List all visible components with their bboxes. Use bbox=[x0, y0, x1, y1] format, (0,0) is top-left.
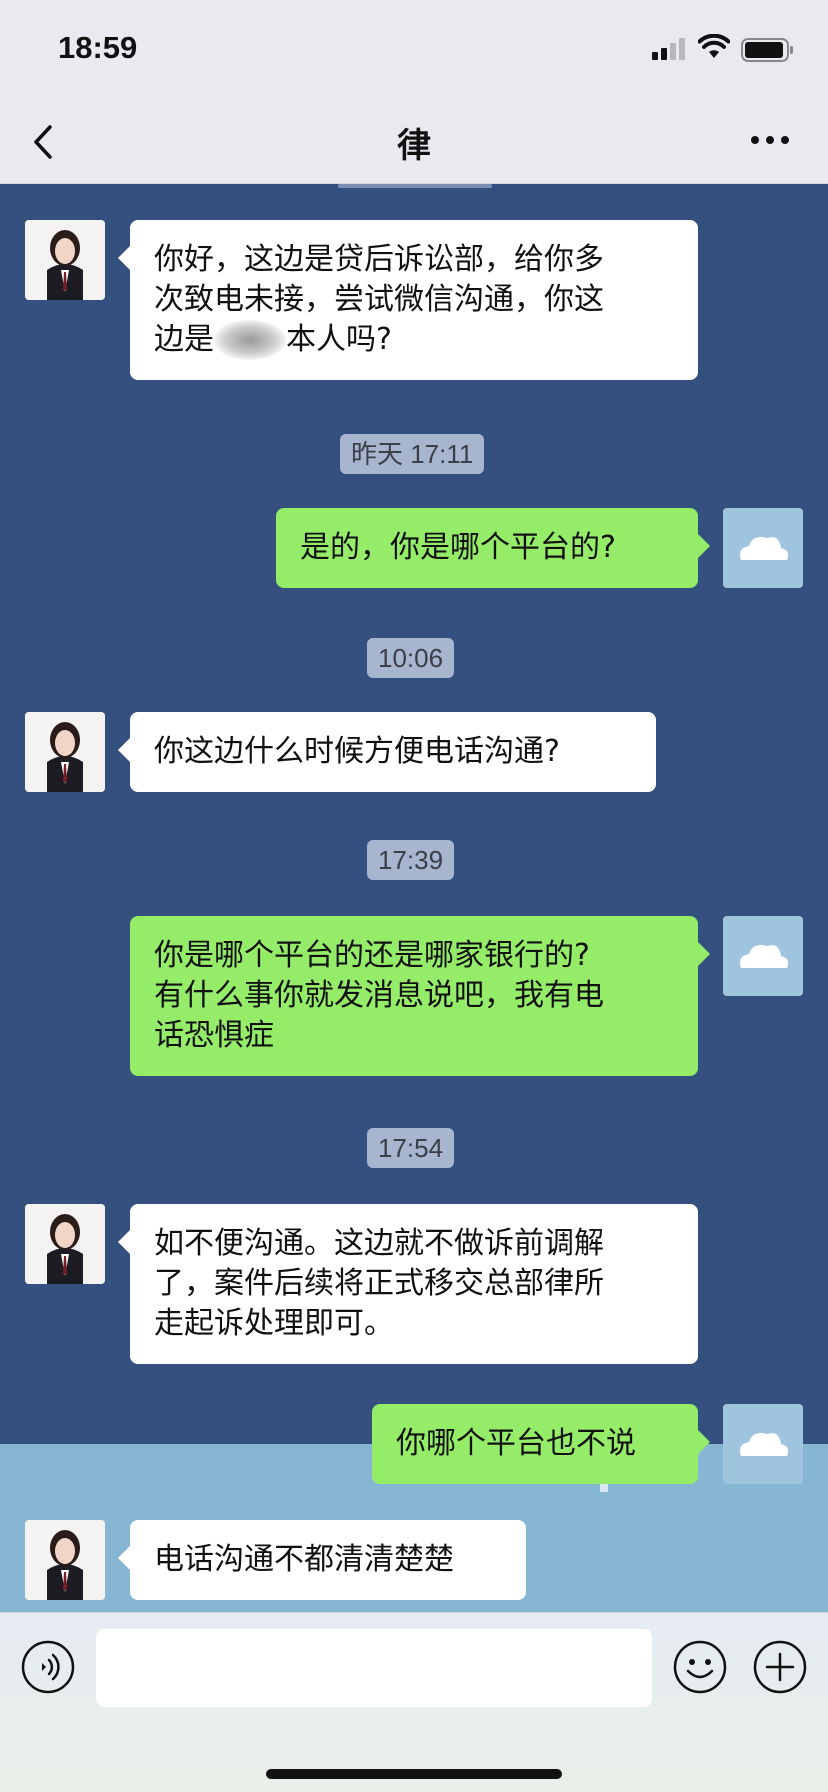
divider bbox=[338, 184, 492, 188]
message-bubble-incoming[interactable]: 你这边什么时候方便电话沟通? bbox=[118, 712, 656, 792]
profile-photo-icon bbox=[25, 1520, 105, 1600]
profile-photo-icon bbox=[25, 712, 105, 792]
message-text: 电话沟通不都清清楚楚 bbox=[154, 1542, 454, 1577]
my-avatar[interactable] bbox=[723, 916, 803, 996]
plus-icon[interactable] bbox=[752, 1639, 808, 1695]
cloud-avatar-icon bbox=[723, 508, 803, 588]
home-indicator bbox=[266, 1769, 562, 1779]
input-bar bbox=[0, 1612, 828, 1792]
wifi-icon bbox=[698, 34, 730, 58]
message-text: 如不便沟通。这边就不做诉前调解 bbox=[154, 1226, 604, 1261]
message-text: 了，案件后续将正式移交总部律所 bbox=[154, 1266, 604, 1301]
message-bubble-outgoing[interactable]: 你是哪个平台的还是哪家银行的? 有什么事你就发消息说吧，我有电 话恐惧症 bbox=[130, 916, 710, 1076]
status-bar: 18:59 bbox=[0, 0, 828, 100]
avatar[interactable] bbox=[25, 220, 105, 300]
emoji-icon[interactable] bbox=[672, 1639, 728, 1695]
profile-photo-icon bbox=[25, 220, 105, 300]
cloud-avatar-icon bbox=[723, 1404, 803, 1484]
my-avatar[interactable] bbox=[723, 1404, 803, 1484]
voice-icon[interactable] bbox=[20, 1639, 76, 1695]
cellular-signal-icon bbox=[652, 38, 685, 60]
timestamp: 17:54 bbox=[367, 1128, 455, 1168]
message-bubble-outgoing[interactable]: 你哪个平台也不说 bbox=[372, 1404, 710, 1484]
avatar[interactable] bbox=[25, 1204, 105, 1284]
message-text: 次致电未接，尝试微信沟通，你这 bbox=[154, 282, 604, 317]
message-text: 你哪个平台也不说 bbox=[396, 1426, 636, 1461]
message-bubble-incoming[interactable]: 你好，这边是贷后诉讼部，给你多 次致电未接，尝试微信沟通，你这 边是 本人吗? bbox=[118, 220, 698, 380]
message-bubble-incoming[interactable]: 如不便沟通。这边就不做诉前调解 了，案件后续将正式移交总部律所 走起诉处理即可。 bbox=[118, 1204, 698, 1364]
avatar[interactable] bbox=[25, 712, 105, 792]
nav-bar: 律 bbox=[0, 100, 828, 184]
message-text: 你是哪个平台的还是哪家银行的? bbox=[154, 938, 590, 973]
chat-area[interactable]: 你好，这边是贷后诉讼部，给你多 次致电未接，尝试微信沟通，你这 边是 本人吗? 昨… bbox=[0, 184, 828, 1612]
avatar[interactable] bbox=[25, 1520, 105, 1600]
my-avatar[interactable] bbox=[723, 508, 803, 588]
message-text: 本人吗? bbox=[286, 322, 392, 357]
message-text: 是的，你是哪个平台的? bbox=[300, 530, 616, 565]
redacted-name-blur bbox=[214, 320, 286, 360]
message-bubble-outgoing[interactable]: 是的，你是哪个平台的? bbox=[276, 508, 710, 588]
timestamp: 昨天 17:11 bbox=[340, 434, 485, 474]
message-text: 话恐惧症 bbox=[154, 1018, 274, 1053]
message-text: 有什么事你就发消息说吧，我有电 bbox=[154, 978, 604, 1013]
message-text-line: 边是 本人吗? bbox=[154, 320, 674, 360]
profile-photo-icon bbox=[25, 1204, 105, 1284]
timestamp: 10:06 bbox=[367, 638, 455, 678]
message-text: 边是 bbox=[154, 322, 214, 357]
message-text: 你这边什么时候方便电话沟通? bbox=[154, 734, 560, 769]
status-time: 18:59 bbox=[58, 30, 138, 65]
message-input[interactable] bbox=[96, 1629, 652, 1707]
cloud-avatar-icon bbox=[723, 916, 803, 996]
message-text: 你好，这边是贷后诉讼部，给你多 bbox=[154, 242, 604, 277]
message-text: 走起诉处理即可。 bbox=[154, 1306, 394, 1341]
message-bubble-incoming[interactable]: 电话沟通不都清清楚楚 bbox=[118, 1520, 526, 1600]
ellipsis-icon[interactable] bbox=[750, 135, 790, 145]
battery-icon bbox=[741, 38, 793, 62]
timestamp: 17:39 bbox=[367, 840, 455, 880]
chat-title: 律 bbox=[397, 126, 431, 166]
